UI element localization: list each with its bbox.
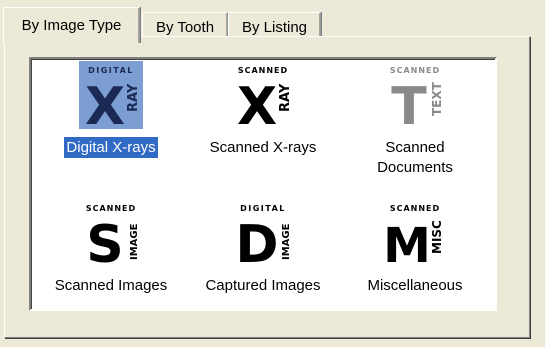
scanned-xray-icon: SCANNED X RAY [237, 66, 293, 126]
icon-frame: DIGITAL D IMAGE [231, 199, 295, 267]
scanned-image-icon: SCANNED S IMAGE [86, 204, 140, 264]
tab-label: By Tooth [155, 18, 215, 36]
icon-caption: SCANNED [390, 204, 440, 213]
item-label: Scanned Images [54, 277, 168, 294]
label-line: Documents [377, 159, 453, 176]
tab-by-image-type[interactable]: By Image Type [3, 7, 140, 43]
icon-caption: DIGITAL [240, 204, 286, 213]
scanned-text-icon: SCANNED T TEXT [390, 66, 444, 126]
icon-caption: SCANNED [86, 204, 136, 213]
digital-image-icon: DIGITAL D IMAGE [235, 204, 292, 264]
item-label: Miscellaneous [367, 277, 463, 294]
item-label: Captured Images [205, 277, 321, 294]
icon-letter: X [237, 77, 277, 126]
item-label: Scanned Documents [375, 137, 455, 179]
image-type-list[interactable]: DIGITAL X RAY Digital X-rays SCANNED X R… [29, 57, 497, 311]
item-label: Scanned X-rays [209, 139, 317, 156]
icon-letter: T [391, 77, 427, 126]
list-item-miscellaneous[interactable]: SCANNED M MISC Miscellaneous [337, 199, 493, 296]
icon-side-word: RAY [278, 83, 293, 112]
icon-side-word: RAY [126, 83, 141, 112]
icon-side-word: MISC [430, 220, 444, 254]
icon-frame: SCANNED T TEXT [383, 61, 447, 129]
icon-side-word: TEXT [430, 81, 444, 116]
list-item-scanned-documents[interactable]: SCANNED T TEXT Scanned Documents [337, 61, 493, 179]
icon-letter: M [385, 218, 431, 264]
list-item-captured-images[interactable]: DIGITAL D IMAGE Captured Images [185, 199, 341, 296]
icon-caption: SCANNED [238, 66, 288, 75]
scanned-misc-icon: SCANNED M MISC [385, 204, 444, 264]
digital-xray-icon: DIGITAL X RAY [85, 66, 141, 126]
item-label: Digital X-rays [63, 136, 159, 159]
tab-label: By Listing [241, 18, 308, 36]
icon-side-word: IMAGE [129, 223, 140, 260]
icon-frame: SCANNED M MISC [383, 199, 447, 267]
icon-caption: SCANNED [390, 66, 440, 75]
icon-letter: D [235, 215, 278, 264]
list-item-scanned-images[interactable]: SCANNED S IMAGE Scanned Images [33, 199, 189, 296]
tab-panel: DIGITAL X RAY Digital X-rays SCANNED X R… [4, 36, 530, 338]
list-item-digital-xrays[interactable]: DIGITAL X RAY Digital X-rays [33, 61, 189, 159]
icon-letter: X [85, 77, 125, 126]
icon-highlight: DIGITAL X RAY [79, 61, 143, 129]
icon-frame: SCANNED X RAY [231, 61, 295, 129]
list-item-scanned-xrays[interactable]: SCANNED X RAY Scanned X-rays [185, 61, 341, 158]
icon-letter: S [86, 215, 123, 264]
label-line: Scanned [385, 139, 445, 156]
tab-label: By Image Type [21, 17, 122, 34]
icon-side-word: IMAGE [281, 223, 292, 260]
icon-frame: SCANNED S IMAGE [79, 199, 143, 267]
icon-caption: DIGITAL [88, 66, 134, 75]
